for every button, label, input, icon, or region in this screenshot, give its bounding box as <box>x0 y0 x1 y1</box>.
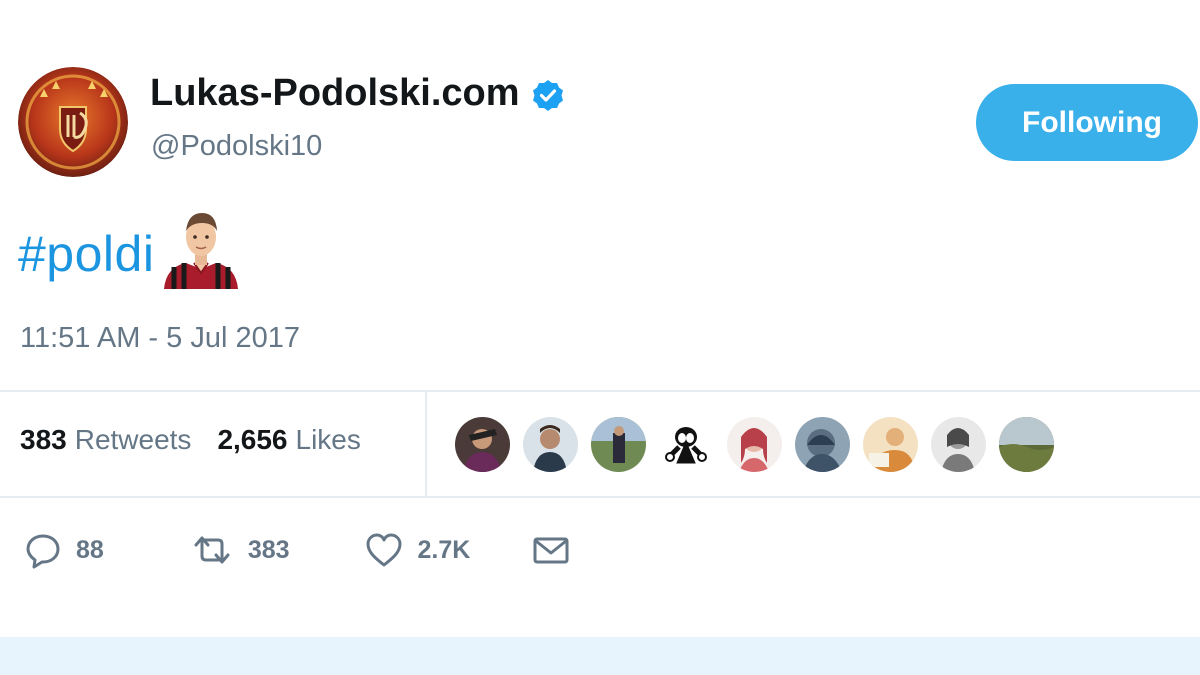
like-count: 2.7K <box>417 535 471 564</box>
following-button[interactable]: Following <box>976 84 1198 161</box>
retweets-label: Retweets <box>74 424 192 455</box>
likes-stat[interactable]: 2,656 Likes <box>217 424 360 456</box>
reply-box-area[interactable] <box>0 637 1200 675</box>
retweet-icon <box>194 536 230 564</box>
hashtag-link[interactable]: #poldi <box>18 217 154 291</box>
tweet-actions: 88 383 2.7K <box>24 531 570 569</box>
tweet-timestamp[interactable]: 11:51 AM - 5 Jul 2017 <box>20 322 300 355</box>
reply-icon <box>26 534 60 569</box>
liker-avatar[interactable] <box>455 417 510 472</box>
retweets-count: 383 <box>20 424 67 455</box>
retweet-count: 383 <box>247 535 290 564</box>
envelope-icon <box>533 537 569 564</box>
author-display-name[interactable]: Lukas-Podolski.com <box>150 72 520 115</box>
like-action[interactable]: 2.7K <box>364 531 471 569</box>
tweet-stats: 383 Retweets 2,656 Likes <box>20 424 361 456</box>
author-handle[interactable]: @Podolski10 <box>151 130 322 163</box>
club-crest-avatar-icon <box>18 67 128 177</box>
author-avatar[interactable] <box>18 67 128 177</box>
stats-vertical-divider <box>425 392 427 496</box>
liker-avatar[interactable] <box>795 417 850 472</box>
heart-icon <box>366 533 402 567</box>
likes-label: Likes <box>295 424 361 455</box>
liker-avatars <box>455 417 1054 472</box>
liker-avatar[interactable] <box>727 417 782 472</box>
likes-count: 2,656 <box>217 424 288 455</box>
reply-action[interactable]: 88 <box>24 531 104 569</box>
divider-top <box>0 390 1200 392</box>
author-name-row[interactable]: Lukas-Podolski.com <box>150 72 564 115</box>
retweets-stat[interactable]: 383 Retweets <box>20 424 191 456</box>
reply-count: 88 <box>76 535 104 564</box>
tweet-text: #poldi <box>18 209 242 291</box>
liker-avatar[interactable] <box>999 417 1054 472</box>
liker-avatar[interactable] <box>591 417 646 472</box>
liker-avatar[interactable] <box>523 417 578 472</box>
liker-avatar[interactable] <box>659 417 714 472</box>
retweet-action[interactable]: 383 <box>190 531 290 569</box>
liker-avatar[interactable] <box>863 417 918 472</box>
liker-avatar[interactable] <box>931 417 986 472</box>
footballer-emoji-icon <box>160 209 242 289</box>
direct-message-action[interactable] <box>532 531 570 569</box>
verified-badge-icon <box>532 78 564 111</box>
divider-bottom <box>0 496 1200 498</box>
